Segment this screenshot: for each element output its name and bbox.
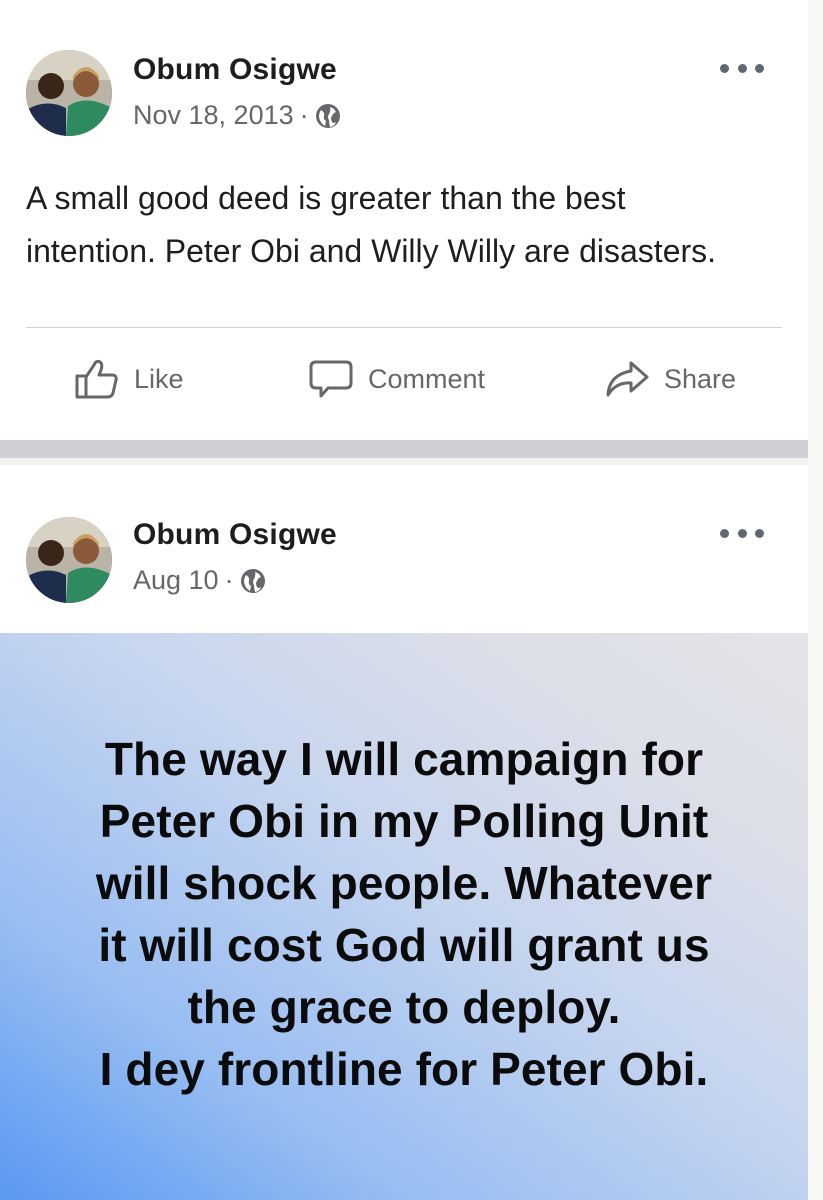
post-date[interactable]: Nov 18, 2013 xyxy=(133,100,294,131)
avatar[interactable] xyxy=(26,517,112,603)
avatar[interactable] xyxy=(26,50,112,136)
like-icon xyxy=(74,358,120,400)
globe-icon xyxy=(315,103,341,129)
background-post: The way I will campaign for Peter Obi in… xyxy=(0,633,808,1200)
feed-separator xyxy=(0,440,808,458)
background-post-text: The way I will campaign for Peter Obi in… xyxy=(95,733,713,1095)
author-name[interactable]: Obum Osigwe xyxy=(133,53,337,87)
post-text: A small good deed is greater than the be… xyxy=(26,180,717,269)
post-date[interactable]: Aug 10 xyxy=(133,565,219,596)
divider xyxy=(26,327,782,328)
more-options-icon[interactable] xyxy=(720,58,764,78)
comment-button[interactable]: Comment xyxy=(308,355,485,403)
post-card: Obum Osigwe Aug 10 · The way I will camp… xyxy=(0,465,808,1200)
share-button[interactable]: Share xyxy=(604,355,736,403)
post-meta: Nov 18, 2013 · xyxy=(133,100,341,131)
meta-separator: · xyxy=(224,565,234,595)
page-edge xyxy=(808,0,823,1200)
like-button[interactable]: Like xyxy=(74,355,184,403)
avatar-image xyxy=(26,517,112,603)
share-label: Share xyxy=(664,363,737,394)
author-name[interactable]: Obum Osigwe xyxy=(133,518,337,552)
like-label: Like xyxy=(134,363,184,394)
comment-icon xyxy=(308,358,354,400)
meta-separator: · xyxy=(299,100,309,130)
post-card: Obum Osigwe Nov 18, 2013 · A small good … xyxy=(0,0,808,440)
more-options-icon[interactable] xyxy=(720,523,764,543)
avatar-image xyxy=(26,50,112,136)
post-meta: Aug 10 · xyxy=(133,565,266,596)
comment-label: Comment xyxy=(368,363,486,394)
globe-icon xyxy=(240,568,266,594)
share-icon xyxy=(604,358,650,400)
